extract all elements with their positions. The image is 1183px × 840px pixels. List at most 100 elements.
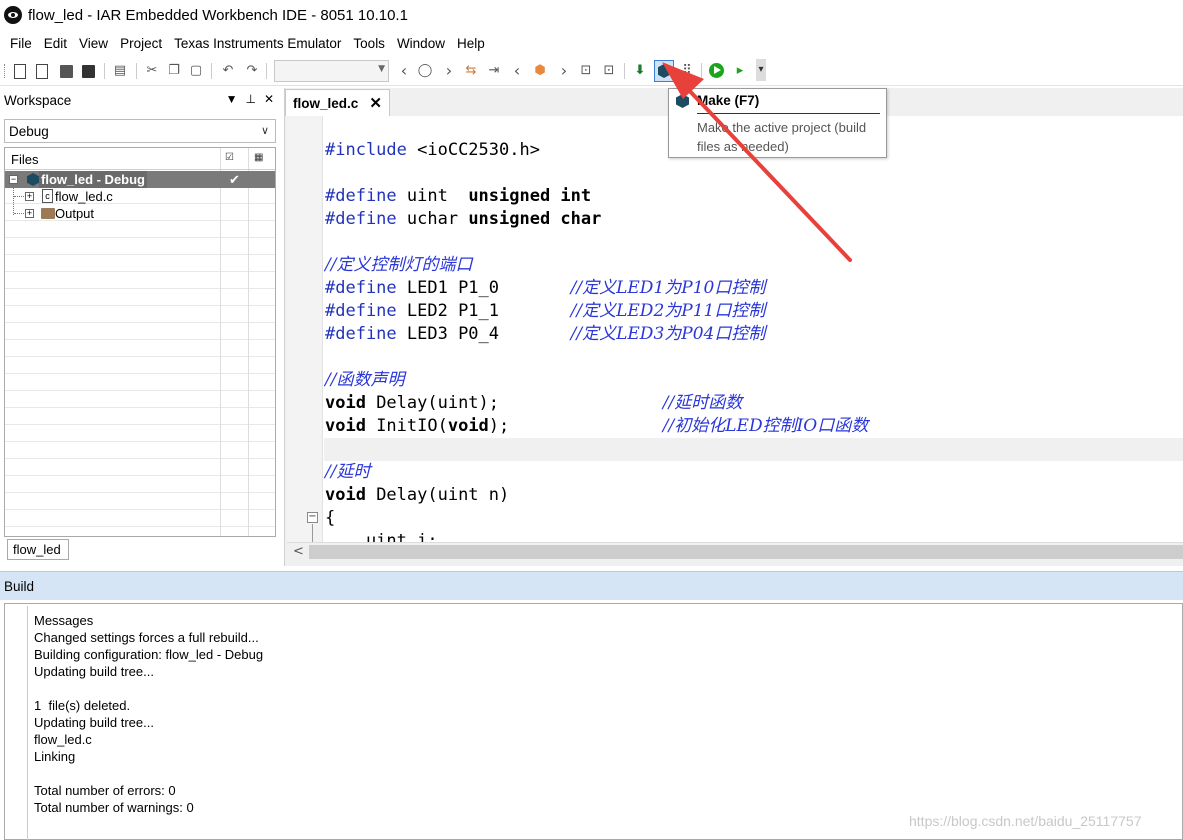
- prev-error-icon[interactable]: ⊡: [578, 63, 594, 79]
- code-token: {: [325, 508, 336, 528]
- close-tab-icon[interactable]: ✕: [369, 94, 382, 112]
- chevron-down-icon: ∨: [260, 125, 269, 137]
- menu-file[interactable]: File: [4, 36, 38, 51]
- build-message: 1 file(s) deleted.: [34, 698, 131, 713]
- menu-edit[interactable]: Edit: [38, 36, 73, 51]
- comment-token: //定义控制灯的端口: [325, 255, 473, 275]
- expand-icon[interactable]: +: [25, 192, 34, 201]
- menu-help[interactable]: Help: [451, 36, 491, 51]
- save-all-icon[interactable]: [82, 65, 95, 78]
- files-tree-panel: Files ☑ ▦ − flow_led - Debug ✔ + c flow_…: [4, 147, 276, 537]
- code-token: Delay(uint);: [365, 393, 663, 413]
- code-line: void InitIO(void); //初始化LED控制IO口函数: [325, 415, 868, 438]
- print-icon[interactable]: ▤: [112, 63, 128, 79]
- code-token: LED2 P1_1: [396, 301, 571, 321]
- build-title: Build: [4, 578, 35, 594]
- toolbar-separator: [701, 63, 702, 79]
- code-token: uchar: [396, 209, 469, 229]
- navigate-forward-icon[interactable]: ›: [441, 63, 457, 79]
- redo-icon[interactable]: ↷: [244, 63, 260, 79]
- tree-item-project[interactable]: − flow_led - Debug ✔: [5, 171, 275, 188]
- cut-icon[interactable]: ✂: [144, 63, 160, 79]
- code-line: {: [325, 507, 335, 530]
- comment-token: //初始化LED控制IO口函数: [662, 416, 869, 436]
- tree-item-flow-led-c[interactable]: + c flow_led.c: [5, 188, 275, 205]
- paste-icon[interactable]: ▢: [188, 63, 204, 79]
- comment-token: //定义LED2为P11口控制: [570, 301, 766, 321]
- menu-texas-instruments-emulator[interactable]: Texas Instruments Emulator: [168, 36, 347, 51]
- configuration-value: Debug: [9, 123, 49, 139]
- fold-toggle-icon[interactable]: −: [307, 512, 318, 523]
- next-error-icon[interactable]: ⊡: [601, 63, 617, 79]
- make-button[interactable]: [654, 60, 674, 82]
- save-icon[interactable]: [60, 65, 73, 78]
- compile-icon[interactable]: ⬇: [632, 63, 648, 79]
- build-message: Total number of errors: 0: [34, 783, 176, 798]
- editor-horizontal-scrollbar[interactable]: <: [287, 542, 1183, 561]
- messages-column-header: Messages: [34, 613, 94, 628]
- find-icon[interactable]: ◯: [417, 63, 433, 79]
- new-document-icon[interactable]: [36, 64, 48, 79]
- options-column-icon[interactable]: ☑: [225, 152, 234, 163]
- code-line: //函数声明: [325, 369, 404, 392]
- configuration-select[interactable]: Debug ∨: [4, 119, 276, 143]
- grid-lines: [5, 170, 275, 536]
- build-message: Updating build tree...: [34, 664, 154, 679]
- code-token: <ioCC2530.h>: [406, 140, 540, 160]
- dropdown-icon[interactable]: ▼: [226, 92, 238, 106]
- workspace-tab-flow-led[interactable]: flow_led: [7, 539, 69, 560]
- toolbar-grip[interactable]: [4, 64, 7, 78]
- pin-icon[interactable]: ⊥: [245, 92, 255, 106]
- output-column-icon[interactable]: ▦: [254, 152, 263, 163]
- code-token: LED3 P0_4: [396, 324, 571, 344]
- toolbar-overflow-icon[interactable]: ▾: [756, 59, 766, 81]
- replace-icon[interactable]: ⇆: [463, 63, 479, 79]
- scrollbar-thumb[interactable]: [309, 545, 1183, 559]
- prev-bookmark-icon[interactable]: ‹: [509, 63, 525, 79]
- build-message: Total number of warnings: 0: [34, 800, 194, 815]
- menu-project[interactable]: Project: [114, 36, 168, 51]
- folder-icon: [41, 208, 55, 219]
- tree-item-output[interactable]: + Output: [5, 205, 275, 222]
- close-icon[interactable]: ✕: [264, 92, 274, 106]
- preprocessor-token: #define: [325, 324, 397, 344]
- code-line: #include <ioCC2530.h>: [325, 139, 540, 162]
- debug-without-download-icon[interactable]: ▸: [732, 63, 748, 79]
- undo-icon[interactable]: ↶: [220, 63, 236, 79]
- navigate-back-icon[interactable]: ‹: [396, 63, 412, 79]
- scroll-left-icon[interactable]: <: [293, 544, 304, 559]
- check-icon: ✔: [229, 172, 240, 187]
- current-line-highlight: [324, 438, 1183, 461]
- go-to-icon[interactable]: ⇥: [486, 63, 502, 79]
- menu-window[interactable]: Window: [391, 36, 451, 51]
- tree-item-label: flow_led - Debug: [39, 171, 147, 188]
- keyword-token: void: [325, 416, 366, 436]
- menu-bar: File Edit View Project Texas Instruments…: [0, 30, 1183, 56]
- menu-tools[interactable]: Tools: [347, 36, 391, 51]
- expand-icon[interactable]: +: [25, 209, 34, 218]
- files-column-header[interactable]: Files: [11, 152, 38, 167]
- make-tooltip: Make (F7) Make the active project (build…: [668, 88, 887, 158]
- watermark: https://blog.csdn.net/baidu_25117757: [909, 813, 1142, 829]
- menu-view[interactable]: View: [73, 36, 114, 51]
- stop-build-icon[interactable]: ⠿: [679, 63, 695, 79]
- code-line: //定义控制灯的端口: [325, 254, 472, 277]
- collapse-icon[interactable]: −: [9, 175, 18, 184]
- workspace-title: Workspace: [4, 92, 72, 108]
- editor-tab-flow-led-c[interactable]: flow_led.c ✕: [285, 89, 390, 116]
- new-file-icon[interactable]: [14, 64, 26, 79]
- code-editor[interactable]: − #include <ioCC2530.h> #define uint unsi…: [287, 116, 1183, 542]
- c-file-icon: c: [42, 189, 53, 203]
- find-combo[interactable]: ▼: [274, 60, 389, 82]
- project-icon: [27, 173, 39, 186]
- download-and-debug-icon[interactable]: [709, 63, 724, 78]
- tree-item-label: flow_led.c: [55, 189, 113, 204]
- toolbar-separator: [211, 63, 212, 79]
- toggle-bookmark-icon[interactable]: ⬢: [532, 63, 548, 79]
- next-bookmark-icon[interactable]: ›: [556, 63, 572, 79]
- copy-icon[interactable]: ❐: [166, 63, 182, 79]
- chevron-down-icon: ▼: [378, 64, 385, 74]
- code-token: );: [488, 416, 663, 436]
- code-line: #define uint unsigned int: [325, 185, 591, 208]
- comment-token: //延时函数: [662, 393, 743, 413]
